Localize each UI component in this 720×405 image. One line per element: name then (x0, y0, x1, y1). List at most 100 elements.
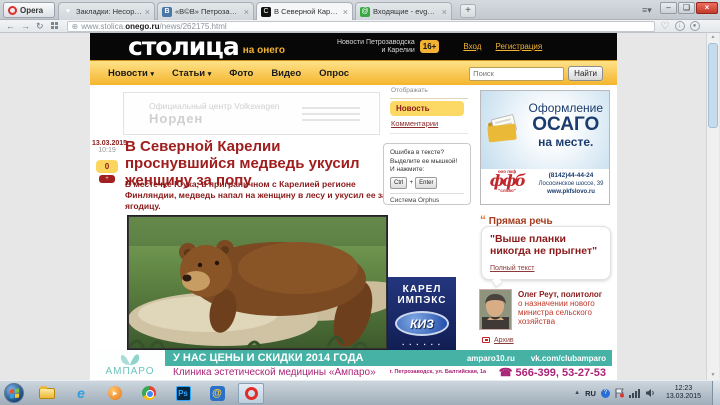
tab-label: «В©В» Петрозаводск (175, 7, 241, 16)
tab-active-article[interactable]: С В Северной Карелии про × (256, 2, 353, 20)
close-button[interactable]: × (696, 2, 718, 14)
osago-contact: (8142)44-44-24 Лососинское шоссе, 39 www… (533, 169, 609, 204)
direct-speech-header: “ Прямая речь (480, 213, 553, 227)
display-option-news[interactable]: Новость (390, 101, 464, 116)
person-topic: о назначении нового министра сельского х… (518, 299, 612, 326)
age-badge: 16+ (420, 40, 440, 53)
mail-icon: @ (360, 7, 370, 17)
comment-add-button[interactable]: + (99, 175, 115, 183)
tab-inbox[interactable]: @ Входящие - evgeniya_a × (355, 2, 452, 20)
opera-menu-button[interactable]: Opera (3, 2, 55, 18)
speech-bubble: "Выше планки никогда не прыгнет" Полный … (481, 226, 611, 280)
slovo-logo: ооо пкф ффб "слово" (481, 169, 533, 204)
tab-close-icon[interactable]: × (343, 7, 348, 17)
nav-item-news[interactable]: Новости ▾ (108, 68, 154, 79)
forward-button[interactable]: → (21, 21, 30, 32)
search-box: Найти (469, 66, 603, 81)
scroll-up-icon[interactable]: ▲ (707, 33, 719, 42)
person-info: Олег Реут, политолог о назначении нового… (518, 290, 612, 326)
osago-ad-top: Оформление ОСАГО на месте. (481, 91, 609, 169)
register-link[interactable]: Регистрация (495, 42, 542, 51)
tab-vk-petrozavodsk[interactable]: В «В©В» Петрозаводск × (157, 2, 254, 20)
opera-taskbar-button[interactable] (238, 383, 264, 404)
network-icon[interactable] (629, 389, 640, 398)
wmp-taskbar-button[interactable]: ▶ (102, 383, 128, 404)
photoshop-taskbar-button[interactable]: Ps (170, 383, 196, 404)
osago-ad[interactable]: Оформление ОСАГО на месте. ооо пкф ффб "… (480, 90, 610, 205)
amparo-banner[interactable]: АМПАРО У НАС ЦЕНЫ И СКИДКИ 2014 ГОДА amp… (95, 350, 612, 378)
full-text-link[interactable]: Полный текст (490, 265, 534, 272)
amparo-vk-link[interactable]: vk.com/clubamparo (531, 354, 606, 363)
nav-item-photo[interactable]: Фото (229, 68, 253, 79)
nav-item-articles[interactable]: Статьи ▾ (172, 68, 211, 79)
display-option-comments[interactable]: Комментарии (391, 119, 438, 128)
page-scrollbar[interactable]: ▲ ▼ (706, 33, 719, 380)
action-center-flag-icon[interactable] (615, 388, 624, 398)
karel-impex-banner[interactable]: КАРЕЛ ИМПЭКС КИЗ ▪ ▪ ▪ ▪ ▪ ▪ (388, 277, 456, 354)
reload-button[interactable]: ↻ (36, 21, 44, 32)
divider (390, 133, 468, 134)
orphus-system-link[interactable]: Система Orphus (390, 197, 464, 206)
nav-item-poll[interactable]: Опрос (319, 68, 349, 79)
chrome-taskbar-button[interactable] (136, 383, 162, 404)
tab-label: Входящие - evgeniya_a (373, 7, 439, 16)
tab-label: Закладки: Несортирован (76, 7, 142, 16)
search-button[interactable]: Найти (568, 66, 603, 81)
browser-tab-bar: Opera ♥ Закладки: Несортирован × В «В©В»… (0, 0, 720, 20)
back-button[interactable]: ← (6, 21, 15, 32)
scrollbar-thumb[interactable] (708, 43, 718, 128)
amparo-banner-top-row: У НАС ЦЕНЫ И СКИДКИ 2014 ГОДА amparo10.r… (165, 350, 612, 366)
site-logo[interactable]: столица (128, 34, 239, 59)
quote-icon: “ (480, 213, 486, 227)
speed-dial-icon[interactable] (51, 22, 59, 30)
minimize-button[interactable]: – (660, 2, 677, 14)
tabs-container: ♥ Закладки: Несортирован × В «В©В» Петро… (58, 2, 452, 20)
browser-address-bar: ← → ↻ ⊕ www.stolica.onego.ru/news/262175… (0, 20, 720, 33)
profile-icon[interactable]: ● (690, 21, 700, 31)
karel-line: ИМПЭКС (388, 295, 456, 306)
url-text: www.stolica.onego.ru/news/262175.html (81, 22, 226, 31)
login-link[interactable]: Вход (463, 42, 481, 51)
language-indicator[interactable]: RU (585, 389, 596, 398)
show-desktop-button[interactable] (712, 381, 720, 405)
tray-app-icon[interactable]: ? (601, 389, 610, 398)
globe-icon: ⊕ (72, 22, 79, 31)
search-input[interactable] (469, 67, 564, 81)
tab-menu-icon[interactable]: ≡▾ (642, 5, 652, 16)
comment-count-badge[interactable]: 0 (96, 160, 118, 173)
ie-icon: e (77, 385, 85, 401)
taskbar-clock[interactable]: 12:23 13.03.2015 (666, 385, 701, 401)
hidden-icons-button[interactable]: ▲ (574, 390, 580, 396)
page-viewport: столица на онего Новости Петрозаводскаи … (0, 33, 720, 380)
windows-logo-icon (10, 388, 19, 398)
tab-close-icon[interactable]: × (145, 7, 150, 17)
orphus-line: И нажмите: (390, 166, 464, 175)
nav-item-video[interactable]: Видео (271, 68, 301, 79)
windows-taskbar: e ▶ Ps @ ▲ RU ? 12:23 13.03.2015 (0, 380, 720, 405)
site-tagline: Новости Петрозаводскаи Карелии (337, 39, 415, 55)
download-icon[interactable]: ↓ (675, 21, 685, 31)
archive-link[interactable]: Архив (494, 337, 514, 344)
amparo-site-link[interactable]: amparo10.ru (467, 354, 515, 363)
url-field[interactable]: ⊕ www.stolica.onego.ru/news/262175.html (67, 21, 655, 32)
mail-agent-taskbar-button[interactable]: @ (204, 383, 230, 404)
maximize-button[interactable]: ❏ (678, 2, 695, 14)
explorer-taskbar-button[interactable] (34, 383, 60, 404)
start-button[interactable] (4, 383, 24, 403)
opera-logo-icon (8, 6, 17, 15)
photoshop-icon: Ps (176, 386, 191, 401)
volkswagen-banner[interactable]: Официальный центр Volkswagen Норден (123, 92, 380, 135)
volume-icon[interactable] (645, 388, 655, 398)
ie-taskbar-button[interactable]: e (68, 383, 94, 404)
tab-close-icon[interactable]: × (244, 7, 249, 17)
tab-bookmarks[interactable]: ♥ Закладки: Несортирован × (58, 2, 155, 20)
scroll-down-icon[interactable]: ▼ (707, 371, 719, 380)
site-logo-subtitle: на онего (243, 45, 285, 56)
tab-close-icon[interactable]: × (442, 7, 447, 17)
person-photo (479, 289, 512, 330)
site-container: столица на онего Новости Петрозаводскаи … (90, 33, 617, 380)
new-tab-button[interactable]: + (460, 4, 476, 18)
banner-fineprint-lines (302, 107, 360, 121)
bookmark-heart-icon[interactable]: ♡ (661, 21, 670, 32)
media-player-icon: ▶ (108, 386, 122, 400)
